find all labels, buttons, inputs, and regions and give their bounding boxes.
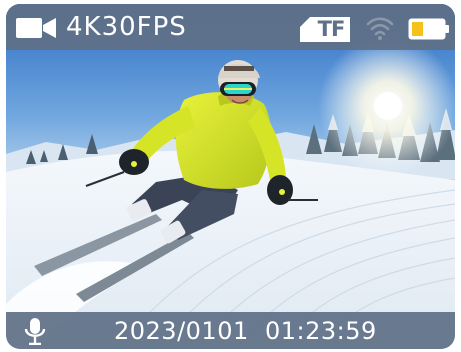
camera-screen: 4K30FPS TF 2023/0101 01:23:59 [6, 4, 455, 349]
top-status-bar: 4K30FPS TF [6, 4, 455, 50]
viewfinder-preview [6, 4, 455, 349]
bottom-status-bar: 2023/0101 01:23:59 [6, 312, 455, 349]
microphone-icon [24, 318, 46, 345]
storage-label: TF [317, 17, 346, 41]
video-mode-label: 4K30FPS [66, 12, 187, 42]
recording-datetime: 2023/0101 01:23:59 [114, 316, 377, 346]
battery-icon [408, 18, 449, 40]
wifi-icon [366, 17, 394, 40]
time-text: 01:23:59 [265, 317, 377, 345]
video-camera-icon [16, 18, 56, 38]
battery-level-fill [412, 22, 423, 36]
date-text: 2023/0101 [114, 317, 249, 345]
